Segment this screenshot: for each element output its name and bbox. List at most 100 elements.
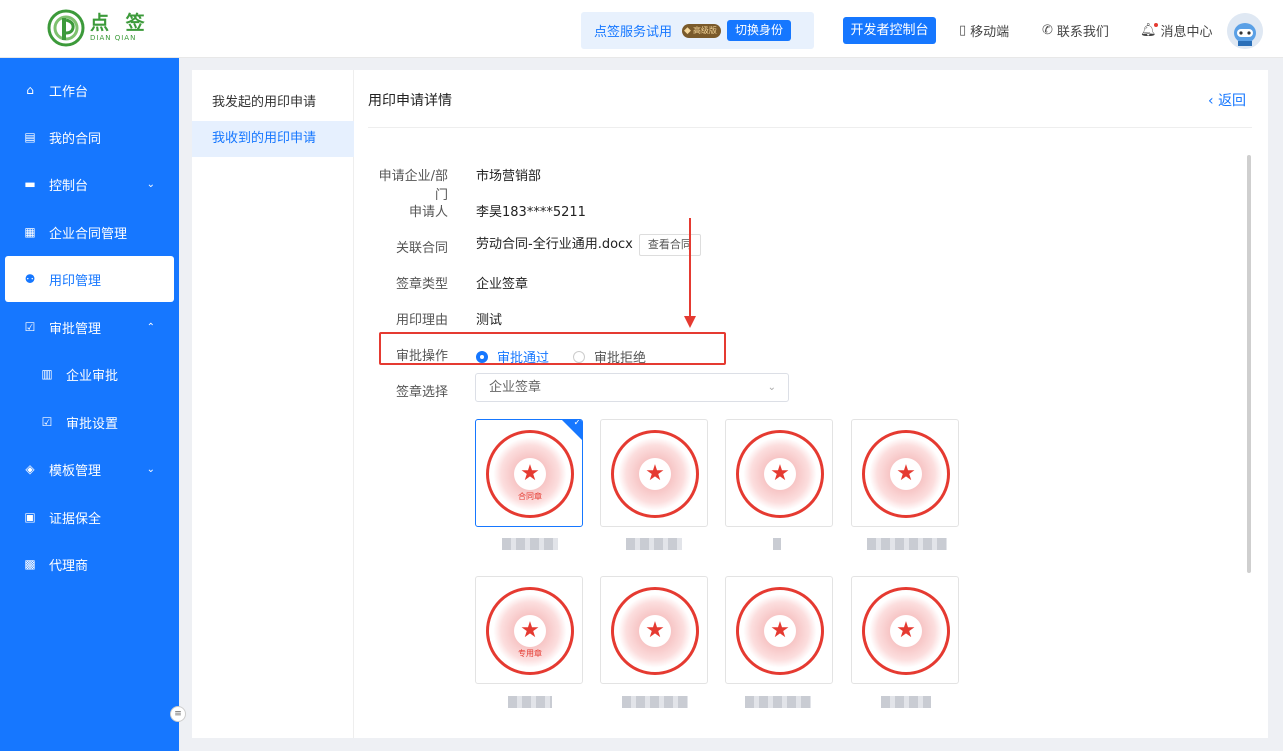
diamond-icon: ◆ bbox=[684, 25, 691, 36]
sidebar-item-approval-management[interactable]: ☑ 审批管理 ⌃ bbox=[0, 304, 179, 350]
sidebar-item-workbench[interactable]: ⌂ 工作台 bbox=[0, 67, 179, 113]
seal-option[interactable]: ★ bbox=[851, 576, 959, 684]
sidebar-item-label: 企业合同管理 bbox=[49, 226, 128, 242]
building-icon: ▥ bbox=[41, 367, 53, 381]
sidebar-item-approval-settings[interactable]: ☑ 审批设置 bbox=[0, 399, 179, 445]
sidebar-item-label: 企业审批 bbox=[66, 368, 119, 384]
seal-option[interactable]: ★ bbox=[725, 576, 833, 684]
seal-option[interactable]: ★ 专用章 bbox=[475, 576, 583, 684]
reason-value: 测试 bbox=[476, 313, 503, 328]
card-icon: ▬ bbox=[24, 177, 36, 191]
chevron-down-icon: ⌄ bbox=[146, 178, 155, 190]
reject-label: 审批拒绝 bbox=[594, 351, 647, 366]
seal-name-redacted bbox=[626, 538, 682, 550]
star-icon: ★ bbox=[520, 461, 540, 486]
dept-label: 申请企业/部门 bbox=[378, 169, 448, 203]
star-icon: ★ bbox=[645, 618, 665, 643]
evidence-icon: ▣ bbox=[24, 510, 36, 524]
annotation-arrow-head bbox=[684, 316, 696, 328]
back-label: 返回 bbox=[1218, 93, 1247, 109]
applicant-label: 申请人 bbox=[408, 205, 448, 220]
layers-icon: ◈ bbox=[25, 462, 35, 476]
seal-inner-label: 专用章 bbox=[518, 649, 542, 658]
seal-name-redacted bbox=[622, 696, 688, 708]
company-seal-image: ★ 合同章 bbox=[486, 430, 574, 518]
seal-option[interactable]: ★ 合同章 ✓ bbox=[475, 419, 583, 527]
company-seal-image: ★ bbox=[736, 587, 824, 675]
check-icon: ✓ bbox=[573, 419, 581, 428]
seal-option[interactable]: ★ bbox=[600, 419, 708, 527]
applicant-value: 李昊183****5211 bbox=[476, 205, 586, 220]
sidebar-item-label: 控制台 bbox=[49, 178, 89, 194]
switch-identity-button[interactable]: 切换身份 bbox=[726, 20, 791, 41]
user-avatar[interactable] bbox=[1227, 13, 1263, 49]
sidebar-item-agents[interactable]: ▩ 代理商 bbox=[0, 541, 179, 587]
sidebar-item-enterprise-approval[interactable]: ▥ 企业审批 bbox=[0, 351, 179, 397]
sidebar-item-label: 用印管理 bbox=[49, 273, 102, 289]
company-seal-image: ★ bbox=[862, 587, 950, 675]
collapse-sidebar-icon[interactable]: ≡ bbox=[170, 706, 186, 722]
page-title: 用印申请详情 bbox=[368, 93, 452, 109]
seal-name-redacted bbox=[502, 538, 558, 550]
star-icon: ★ bbox=[645, 461, 665, 486]
chevron-left-icon: ‹ bbox=[1208, 93, 1219, 109]
seal-type-value: 企业签章 bbox=[476, 277, 529, 292]
sidebar-item-label: 工作台 bbox=[49, 84, 89, 100]
seal-name-redacted bbox=[867, 538, 947, 550]
contact-label: 联系我们 bbox=[1056, 25, 1109, 40]
dept-value: 市场营销部 bbox=[476, 169, 542, 184]
chevron-down-icon: ⌄ bbox=[146, 463, 155, 475]
view-contract-button[interactable]: 查看合同 bbox=[638, 233, 701, 256]
message-center-link[interactable]: 🔔︎ 消息中心 bbox=[1140, 21, 1213, 40]
divider bbox=[368, 127, 1252, 128]
seal-select-dropdown[interactable]: 企业签章 ⌄ bbox=[475, 373, 789, 402]
sidebar-item-seal-management[interactable]: ⚉ 用印管理 bbox=[5, 256, 174, 302]
top-header: 点 签 DIAN QIAN 点签服务试用 ◆ 高级版 切换身份 开发者控制台 ▯ … bbox=[0, 0, 1283, 58]
contact-link[interactable]: ✆ 联系我们 bbox=[1042, 21, 1109, 40]
sidebar-item-console[interactable]: ▬ 控制台 ⌄ bbox=[0, 161, 179, 207]
company-seal-image: ★ bbox=[862, 430, 950, 518]
service-trial-box: 点签服务试用 ◆ 高级版 切换身份 bbox=[581, 12, 814, 49]
back-link[interactable]: ‹ 返回 bbox=[1208, 90, 1246, 110]
tab-my-initiated-requests[interactable]: 我发起的用印申请 bbox=[192, 85, 354, 121]
reject-radio[interactable]: 审批拒绝 bbox=[573, 347, 646, 366]
sidebar-item-my-contracts[interactable]: ▤ 我的合同 bbox=[0, 114, 179, 160]
brand-logo[interactable]: 点 签 DIAN QIAN bbox=[46, 8, 150, 48]
tab-received-requests[interactable]: 我收到的用印申请 bbox=[192, 121, 354, 157]
company-seal-image: ★ bbox=[736, 430, 824, 518]
scrollbar[interactable] bbox=[1247, 155, 1251, 573]
sidebar-item-label: 审批设置 bbox=[66, 416, 119, 432]
seal-option[interactable]: ★ bbox=[851, 419, 959, 527]
brand-name: 点 签 bbox=[90, 12, 150, 34]
sidebar-item-label: 我的合同 bbox=[49, 131, 102, 147]
sidebar: ⌂ 工作台 ▤ 我的合同 ▬ 控制台 ⌄ ▦ 企业合同管理 ⚉ 用印管理 ☑ 审… bbox=[0, 58, 186, 751]
sidebar-item-label: 模板管理 bbox=[49, 463, 102, 479]
approve-radio[interactable]: 审批通过 bbox=[476, 347, 549, 366]
seal-option[interactable]: ★ bbox=[725, 419, 833, 527]
contract-file-name: 劳动合同-全行业通用.docx bbox=[476, 237, 633, 252]
seal-name-redacted bbox=[773, 538, 781, 550]
telephone-icon: ✆ bbox=[1042, 23, 1053, 38]
phone-icon: ▯ bbox=[959, 23, 967, 38]
approve-label: 审批通过 bbox=[497, 351, 550, 366]
check-square-icon: ☑ bbox=[41, 415, 53, 429]
document-icon: ▦ bbox=[24, 225, 36, 239]
sidebar-item-evidence-preservation[interactable]: ▣ 证据保全 bbox=[0, 494, 179, 540]
secondary-nav: 我发起的用印申请 我收到的用印申请 bbox=[192, 70, 354, 738]
dianqian-logo-icon bbox=[47, 9, 85, 47]
star-icon: ★ bbox=[770, 461, 790, 486]
sidebar-item-enterprise-contracts[interactable]: ▦ 企业合同管理 bbox=[0, 209, 179, 255]
bell-icon: 🔔︎ bbox=[1140, 23, 1158, 38]
seal-select-label: 签章选择 bbox=[395, 385, 448, 400]
sidebar-item-template-management[interactable]: ◈ 模板管理 ⌄ bbox=[0, 446, 179, 492]
chevron-down-icon: ⌄ bbox=[767, 382, 776, 393]
company-seal-image: ★ bbox=[611, 587, 699, 675]
home-icon: ⌂ bbox=[26, 83, 34, 97]
clipboard-icon: ▤ bbox=[24, 130, 36, 144]
developer-console-button[interactable]: 开发者控制台 bbox=[843, 17, 936, 44]
approval-action-label: 审批操作 bbox=[395, 349, 448, 364]
seal-option[interactable]: ★ bbox=[600, 576, 708, 684]
mobile-link[interactable]: ▯ 移动端 bbox=[959, 21, 1009, 40]
sidebar-item-label: 证据保全 bbox=[49, 511, 102, 527]
message-center-label: 消息中心 bbox=[1160, 25, 1213, 40]
